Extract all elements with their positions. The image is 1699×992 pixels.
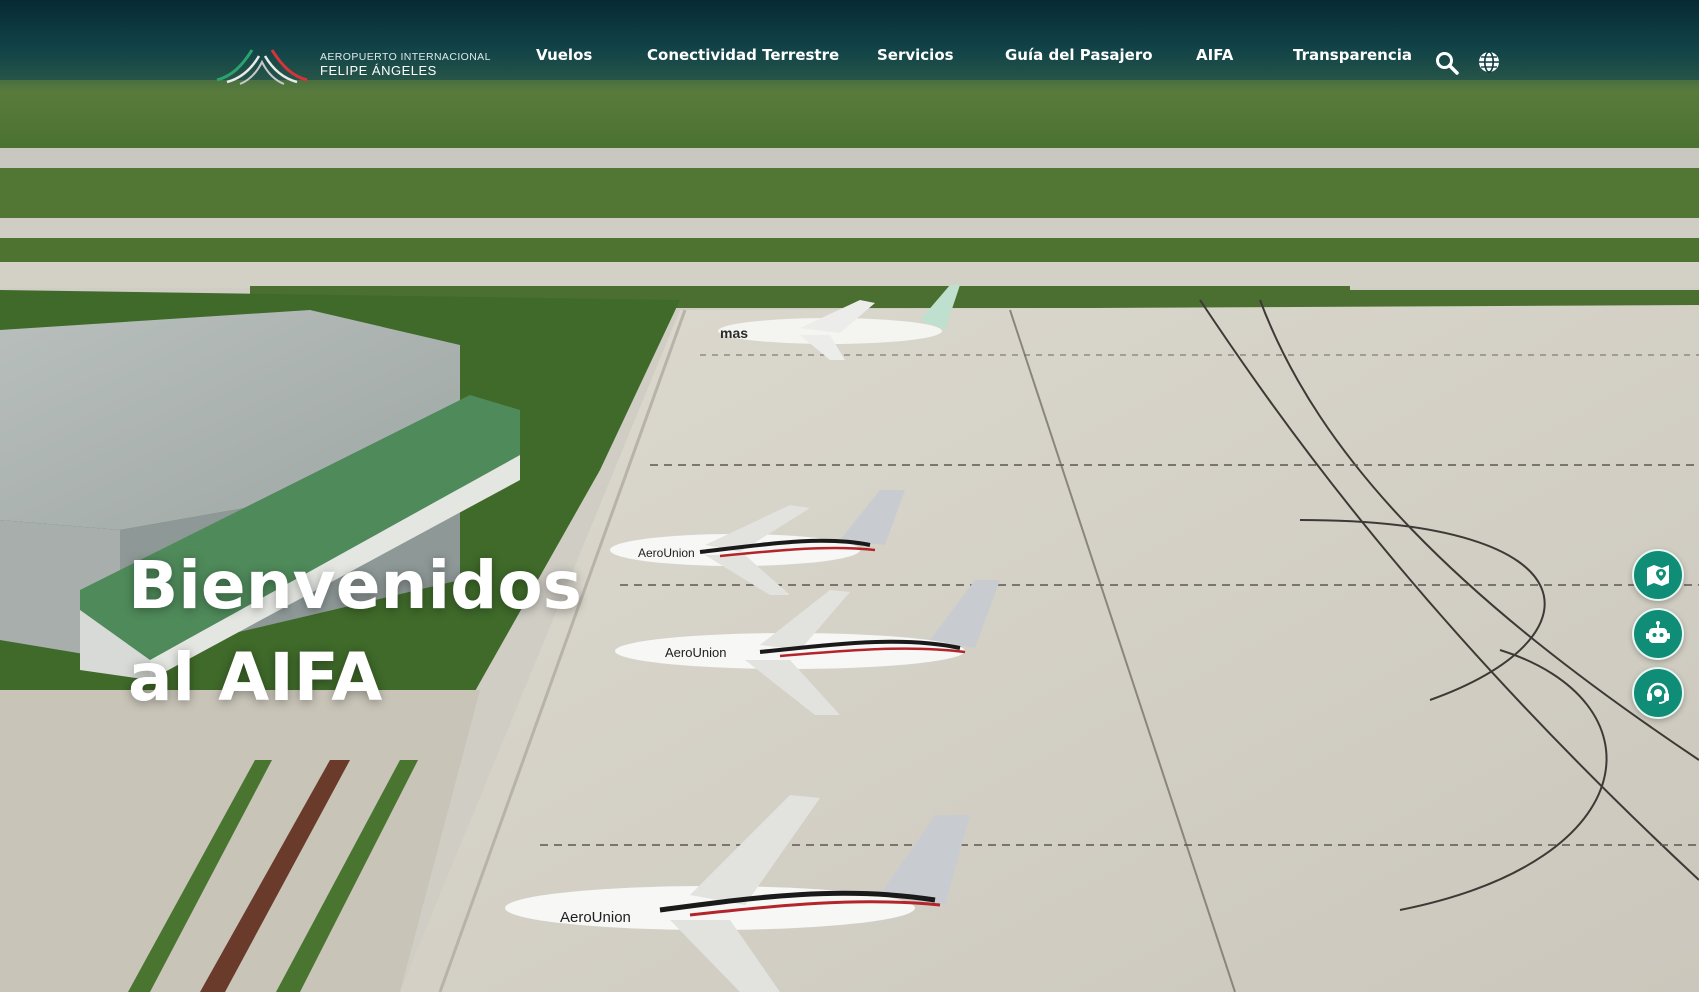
nav-aifa[interactable]: AIFA <box>1196 46 1233 64</box>
nav-vuelos[interactable]: Vuelos <box>536 46 592 64</box>
site-header: AEROPUERTO INTERNACIONAL FELIPE ÁNGELES … <box>0 0 1699 92</box>
headset-icon <box>1647 682 1669 704</box>
svg-text:AeroUnion: AeroUnion <box>638 546 695 560</box>
hero-background: mas AeroUnion AeroUnion AeroUnion <box>0 0 1699 992</box>
logo-line-2: FELIPE ÁNGELES <box>320 63 437 78</box>
aerial-apron-scene: mas AeroUnion AeroUnion AeroUnion <box>0 0 1699 992</box>
nav-conectividad-terrestre[interactable]: Conectividad Terrestre <box>647 46 839 64</box>
search-icon[interactable] <box>1434 50 1460 76</box>
hero-headline-line-2: al AIFA <box>128 639 383 716</box>
aifa-logo[interactable]: AEROPUERTO INTERNACIONAL FELIPE ÁNGELES <box>212 46 490 86</box>
nav-servicios[interactable]: Servicios <box>877 46 954 64</box>
nav-transparencia[interactable]: Transparencia <box>1293 46 1412 64</box>
svg-text:AeroUnion: AeroUnion <box>665 645 726 660</box>
map-button[interactable] <box>1632 549 1684 601</box>
support-button[interactable] <box>1632 667 1684 719</box>
aifa-logo-mark-icon <box>216 49 308 85</box>
robot-icon <box>1646 621 1670 643</box>
hero-headline: Bienvenidos al AIFA <box>128 540 582 724</box>
globe-icon[interactable] <box>1477 50 1501 74</box>
map-icon <box>1647 565 1669 586</box>
nav-guia-del-pasajero[interactable]: Guía del Pasajero <box>1005 46 1153 64</box>
svg-text:mas: mas <box>720 325 748 341</box>
logo-line-1: AEROPUERTO INTERNACIONAL <box>320 51 491 63</box>
hero-headline-line-1: Bienvenidos <box>128 547 582 624</box>
svg-text:AeroUnion: AeroUnion <box>560 909 631 926</box>
chatbot-button[interactable] <box>1632 608 1684 660</box>
